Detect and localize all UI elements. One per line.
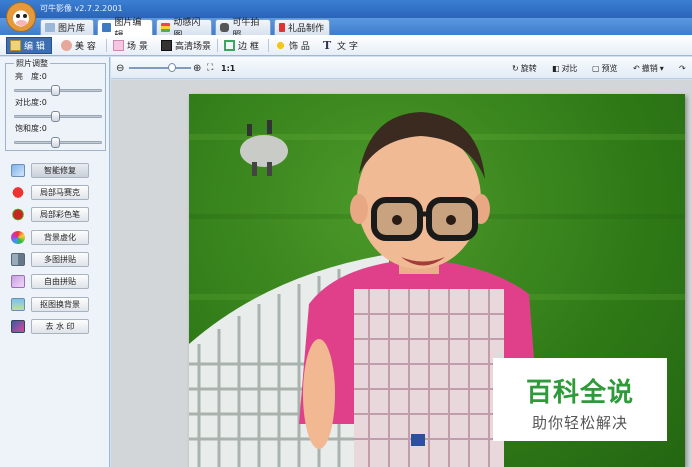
cutout-bg-icon	[11, 297, 25, 311]
main-tab-bar: 图片库 图片编辑 动感闪图 可牛拍照 礼品制作	[0, 18, 692, 41]
photo-library-icon	[45, 23, 55, 32]
tab-camera[interactable]: 可牛拍照	[215, 18, 271, 41]
preview-icon: ▢	[592, 63, 600, 73]
remove-watermark-icon	[11, 319, 25, 333]
rotate-button[interactable]: ↻ 旋转	[512, 61, 537, 75]
text-t-icon: T	[323, 39, 332, 52]
zoom-actual-size[interactable]: 1:1	[221, 61, 235, 75]
saturation-slider-thumb[interactable]	[50, 137, 60, 148]
zoom-in-icon[interactable]: ⊕	[193, 61, 201, 75]
brightness-label: 亮 度:0	[15, 72, 47, 81]
toolbar-divider	[106, 39, 107, 52]
subtool-beauty[interactable]: 美 容	[58, 37, 104, 54]
contrast-slider[interactable]	[14, 111, 102, 122]
subtool-text[interactable]: T 文 字	[320, 37, 366, 54]
toolbar-divider	[217, 39, 218, 52]
tool-row: 背景虚化	[11, 228, 89, 246]
tab-photo-library[interactable]: 图片库	[40, 19, 94, 35]
toolbar-divider	[268, 39, 269, 52]
baike-watermark: 百科全说 助你轻松解决	[493, 358, 667, 441]
tool-row: 抠图换背景	[11, 295, 89, 313]
subtool-hd-scene[interactable]: 高清场景	[158, 37, 216, 54]
multi-photo-collage-button[interactable]: 多图拼贴	[31, 251, 89, 267]
tool-row: 自由拼贴	[11, 272, 89, 290]
garden-ornament	[240, 120, 288, 176]
chevron-down-icon: ▾	[659, 63, 664, 73]
flash-gif-icon	[161, 23, 171, 32]
subtool-scene[interactable]: 场 景	[110, 37, 156, 54]
zoom-slider-thumb[interactable]	[168, 63, 177, 72]
gift-t-icon	[279, 23, 285, 32]
left-tool-panel: 照片调整 亮 度:0 对比度:0 饱和度:0 智能修复 局部马赛克 局部彩色笔	[0, 57, 110, 467]
color-brush-apple-icon	[11, 207, 25, 221]
free-collage-icon	[11, 274, 25, 288]
undo-button[interactable]: ↶ 撤销 ▾	[633, 61, 664, 75]
local-mosaic-button[interactable]: 局部马赛克	[31, 184, 89, 200]
frame-icon	[224, 40, 235, 51]
free-collage-button[interactable]: 自由拼贴	[31, 273, 89, 289]
tool-row: 智能修复	[11, 161, 89, 179]
zoom-out-icon[interactable]: ⊖	[116, 61, 124, 75]
contrast-slider-thumb[interactable]	[50, 111, 60, 122]
tool-row: 去 水 印	[11, 317, 89, 335]
cow-logo-icon	[6, 2, 36, 32]
fit-window-icon[interactable]: ⛶	[207, 61, 213, 75]
photo-adjust-legend: 照片调整	[14, 58, 50, 69]
remove-watermark-button[interactable]: 去 水 印	[31, 318, 89, 334]
mosaic-heart-icon	[11, 185, 25, 199]
background-blur-button[interactable]: 背景虚化	[31, 229, 89, 245]
edit-icon	[10, 40, 21, 51]
undo-icon: ↶	[633, 63, 640, 73]
zoom-slider[interactable]	[129, 63, 191, 72]
photo-edit-icon	[102, 23, 112, 32]
beauty-face-icon	[61, 40, 72, 51]
tool-row: 局部彩色笔	[11, 205, 89, 223]
scene-icon	[113, 40, 124, 51]
camera-icon	[220, 23, 230, 32]
smart-repair-icon	[11, 163, 25, 177]
accessory-icon	[275, 40, 286, 51]
app-title: 可牛影像 v2.7.2.2001	[40, 4, 123, 13]
hd-scene-icon	[161, 40, 172, 51]
saturation-label: 饱和度:0	[15, 124, 47, 133]
contrast-label: 对比度:0	[15, 98, 47, 107]
subtool-edit[interactable]: 编 辑	[6, 37, 52, 54]
watermark-main-text: 百科全说	[525, 378, 634, 408]
subtool-accessory[interactable]: 饰 品	[272, 37, 318, 54]
redo-icon[interactable]: ↷	[679, 61, 686, 75]
view-toolbar: ⊖ ⊕ ⛶ 1:1 ↻ 旋转 ◧ 对比 ▢ 预览 ↶ 撤销 ▾ ↷	[111, 57, 692, 79]
bg-blur-icon	[11, 230, 25, 244]
photo-adjust-group: 照片调整 亮 度:0 对比度:0 饱和度:0	[5, 58, 106, 151]
compare-icon: ◧	[552, 63, 560, 73]
brightness-slider-thumb[interactable]	[50, 85, 60, 96]
smart-repair-button[interactable]: 智能修复	[31, 162, 89, 178]
multi-collage-icon	[11, 252, 25, 266]
rotate-icon: ↻	[512, 63, 519, 73]
tool-row: 局部马赛克	[11, 183, 89, 201]
edit-sub-toolbar: 编 辑 美 容 场 景 高清场景 边 框 饰 品 T 文 字	[0, 35, 692, 56]
brightness-slider[interactable]	[14, 85, 102, 96]
local-color-brush-button[interactable]: 局部彩色笔	[31, 206, 89, 222]
tool-row: 多图拼贴	[11, 250, 89, 268]
compare-button[interactable]: ◧ 对比	[552, 61, 578, 75]
saturation-slider[interactable]	[14, 137, 102, 148]
cutout-change-bg-button[interactable]: 抠图换背景	[31, 296, 89, 312]
subtool-frame[interactable]: 边 框	[221, 37, 267, 54]
watermark-sub-text: 助你轻松解决	[531, 414, 628, 432]
title-bar: 可牛影像 v2.7.2.2001	[0, 0, 692, 18]
tab-flash-gif[interactable]: 动感闪图	[156, 18, 212, 41]
preview-button[interactable]: ▢ 预览	[592, 61, 618, 75]
tab-gift-making[interactable]: 礼品制作	[274, 19, 330, 35]
tab-photo-edit[interactable]: 图片编辑	[97, 18, 153, 41]
